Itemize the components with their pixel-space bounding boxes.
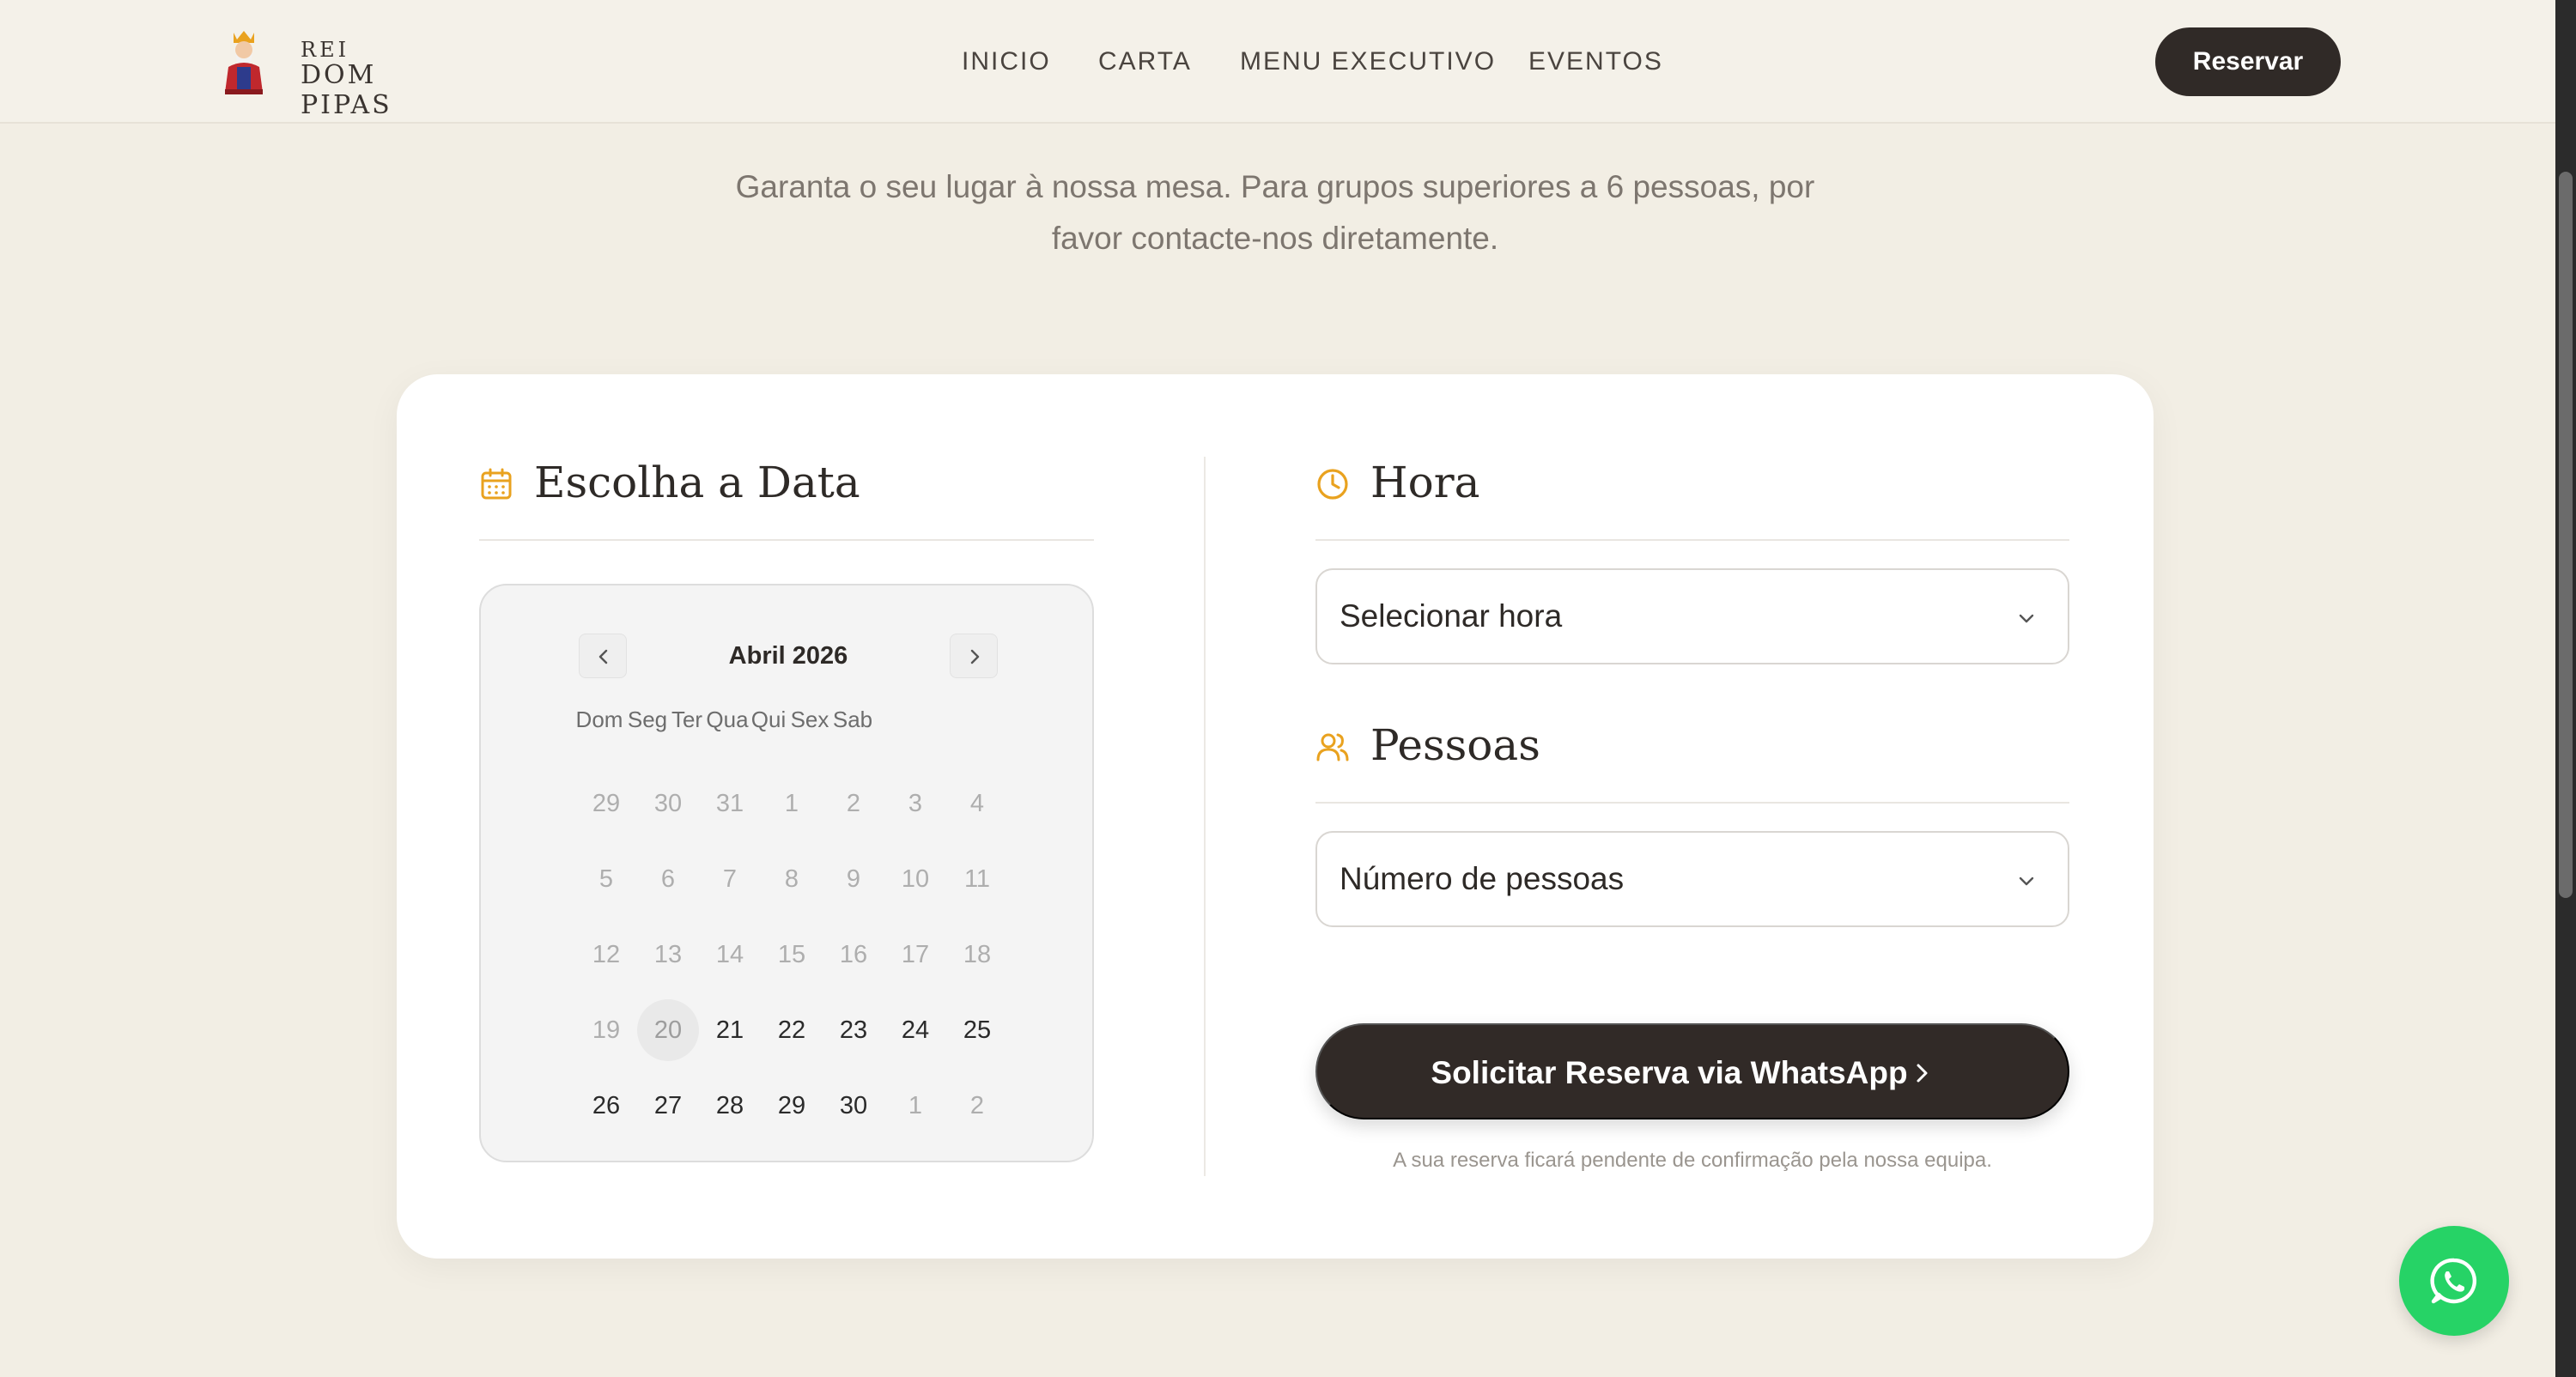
weekday-qui: Qui (750, 707, 787, 732)
calendar-day[interactable]: 29 (761, 1075, 823, 1137)
calendar-day: 9 (846, 865, 861, 893)
calendar-day: 5 (598, 865, 614, 893)
calendar-day: 2 (969, 1092, 985, 1119)
card-divider (1204, 457, 1206, 1176)
calendar-day: 3 (908, 790, 923, 817)
chevron-right-icon (970, 649, 980, 664)
calendar-day: 13 (653, 941, 683, 968)
calendar-day[interactable]: 22 (761, 999, 823, 1061)
nav-inicio[interactable]: INICIO (962, 43, 1051, 81)
calendar-day: 2 (846, 790, 861, 817)
calendar-day: 20 (637, 999, 699, 1061)
chevron-right-icon (1917, 1064, 1928, 1083)
calendar-day[interactable]: 28 (699, 1075, 761, 1137)
calendar-icon (481, 468, 512, 500)
calendar-day: 4 (969, 790, 985, 817)
calendar-day[interactable]: 21 (699, 999, 761, 1061)
whatsapp-icon (2430, 1258, 2477, 1304)
people-select-value: Número de pessoas (1340, 861, 1625, 896)
weekday-sex: Sex (790, 707, 829, 732)
people-divider (1315, 802, 2069, 804)
whatsapp-reservation-button[interactable]: Solicitar Reserva via WhatsApp (1315, 1023, 2069, 1119)
whatsapp-float-button[interactable] (2399, 1226, 2509, 1336)
weekday-seg: Seg (627, 707, 668, 732)
calendar-day: 29 (592, 790, 621, 817)
calendar-day: 7 (722, 865, 738, 893)
brand-bottom: DOM PIPAS (301, 60, 392, 120)
calendar-day[interactable]: 30 (823, 1075, 884, 1137)
calendar-day[interactable]: 23 (823, 999, 884, 1061)
site-header: REI DOM PIPAS INICIO CARTA MENU EXECUTIV… (0, 0, 2555, 124)
time-select[interactable]: Selecionar hora (1315, 568, 2069, 664)
reservation-card: Escolha a Data Abril 2026 Dom Seg Ter Qua Qu… (397, 374, 2154, 1259)
calendar-month: Abril 2026 (728, 642, 848, 670)
calendar-day: 10 (901, 865, 930, 893)
calendar-day[interactable]: 25 (946, 999, 1008, 1061)
time-divider (1315, 539, 2069, 541)
intro-text: Garanta o seu lugar à nossa mesa. Para g… (735, 169, 1815, 256)
calendar-day: 1 (908, 1092, 923, 1119)
king-mascot-icon (225, 31, 263, 94)
calendar-day: 11 (963, 865, 991, 893)
calendar-day[interactable]: 27 (637, 1075, 699, 1137)
calendar-day: 8 (784, 865, 799, 893)
people-section-title: Pessoas (1370, 720, 1540, 770)
time-select-value: Selecionar hora (1340, 598, 1563, 634)
calendar-day[interactable]: 26 (575, 1075, 637, 1137)
calendar-day: 14 (715, 941, 744, 968)
page-scrollbar[interactable] (2555, 0, 2576, 1377)
prev-month-button[interactable] (579, 634, 627, 678)
calendar-day: 15 (777, 941, 806, 968)
weekday-ter: Ter (671, 707, 703, 732)
chevron-down-icon (2019, 614, 2034, 623)
users-icon (1316, 733, 1349, 761)
weekday-qua: Qua (706, 707, 749, 732)
next-month-button[interactable] (950, 634, 998, 678)
nav-eventos[interactable]: EVENTOS (1528, 43, 1663, 81)
weekday-dom: Dom (575, 707, 623, 732)
date-divider (479, 539, 1094, 541)
time-section-title: Hora (1370, 458, 1480, 507)
calendar-day: 17 (901, 941, 930, 968)
calendar-day[interactable]: 24 (884, 999, 946, 1061)
calendar-day: 19 (592, 1016, 621, 1044)
nav-menu-executivo[interactable]: MENU EXECUTIVO (1240, 43, 1496, 81)
nav-carta[interactable]: CARTA (1098, 43, 1192, 81)
weekday-sab: Sab (832, 707, 873, 732)
people-select[interactable]: Número de pessoas (1315, 831, 2069, 927)
brand-top: REI (301, 38, 350, 62)
reserve-button[interactable]: Reservar (2155, 27, 2341, 96)
chevron-down-icon (2019, 877, 2034, 886)
calendar-day: 30 (653, 790, 683, 817)
confirmation-note: A sua reserva ficará pendente de confirm… (1393, 1149, 1992, 1172)
calendar: Abril 2026 Dom Seg Ter Qua Qui Sex Sab 29 30 31 1… (479, 584, 1094, 1162)
calendar-day: 6 (660, 865, 676, 893)
calendar-day: 31 (715, 790, 744, 817)
date-section-title: Escolha a Data (534, 458, 860, 507)
calendar-day: 12 (592, 941, 621, 968)
chevron-left-icon (598, 649, 608, 664)
logo[interactable]: REI DOM PIPAS (220, 24, 477, 120)
clock-icon (1317, 469, 1348, 500)
calendar-day: 1 (784, 790, 799, 817)
scrollbar-thumb[interactable] (2559, 172, 2573, 898)
calendar-day: 18 (963, 941, 992, 968)
calendar-day: 16 (839, 941, 868, 968)
